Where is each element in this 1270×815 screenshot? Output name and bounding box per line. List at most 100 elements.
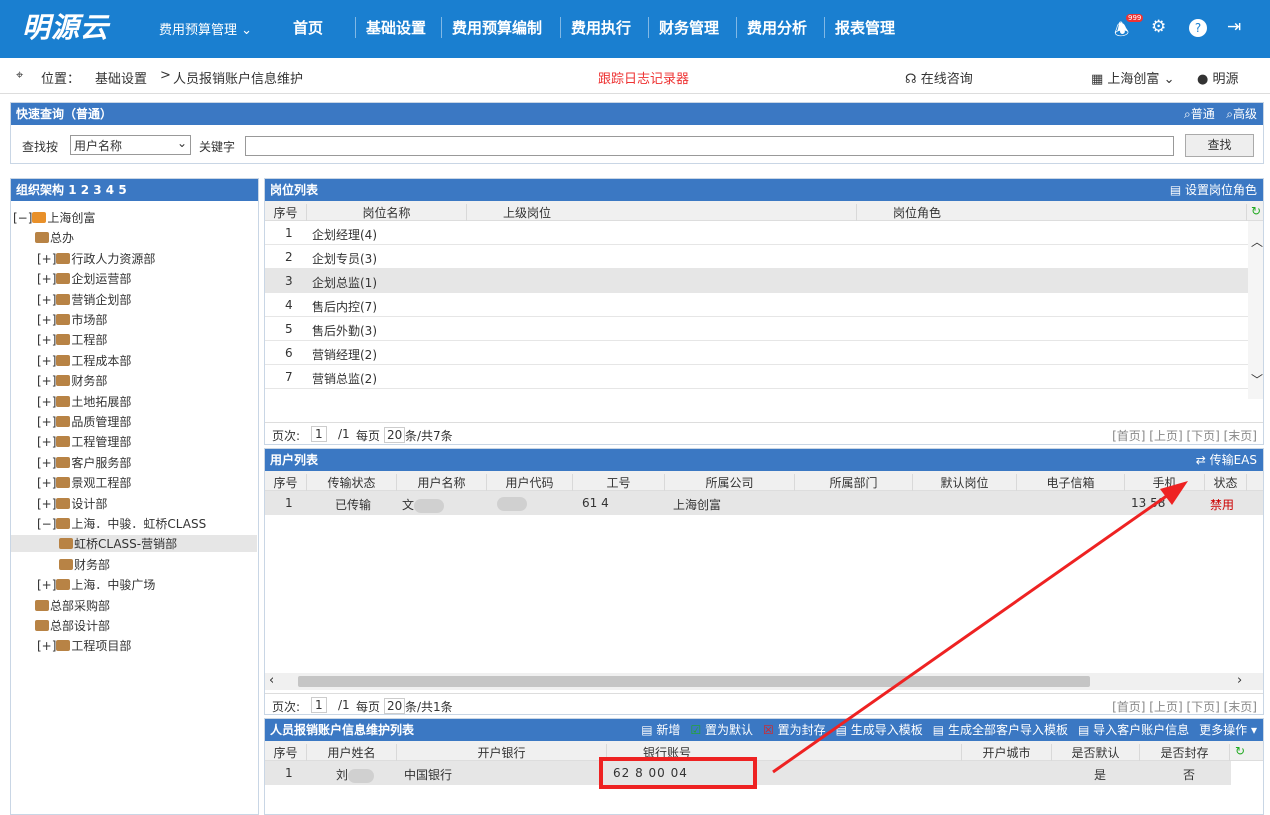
breadcrumb-basic-settings[interactable]: 基础设置: [95, 68, 147, 87]
log-tracker-link[interactable]: 跟踪日志记录器: [598, 68, 689, 87]
account-action-button[interactable]: ☑ 置为默认: [690, 723, 753, 737]
tree-node[interactable]: [−] 上海创富: [13, 209, 95, 226]
refresh-icon[interactable]: ↻: [1232, 744, 1248, 758]
company-switcher[interactable]: ▦ 上海创富 ⌄: [1091, 68, 1174, 87]
tree-node-label: 设计部: [71, 496, 108, 511]
tree-toggle[interactable]: [+]: [37, 435, 56, 449]
account-action-button[interactable]: ▤ 新增: [641, 723, 680, 737]
tree-node[interactable]: 虹桥CLASS-营销部: [11, 535, 257, 553]
nav-budget-compile[interactable]: 费用预算编制: [441, 17, 552, 38]
tree-node[interactable]: 财务部: [59, 556, 110, 573]
tree-toggle[interactable]: [+]: [37, 456, 56, 470]
nav-finance[interactable]: 财务管理: [648, 17, 729, 38]
chevron-up-icon[interactable]: ︿: [1251, 233, 1263, 250]
tree-toggle[interactable]: [+]: [37, 476, 56, 490]
tree-node[interactable]: [−] 上海．中骏．虹桥CLASS: [37, 515, 206, 532]
tree-toggle[interactable]: [+]: [37, 415, 56, 429]
tree-node[interactable]: [+] 财务部: [37, 372, 107, 389]
consult-link[interactable]: ☊ 在线咨询: [905, 68, 973, 87]
set-position-role-button[interactable]: ▤ 设置岗位角色: [1170, 179, 1257, 201]
tree-toggle[interactable]: [+]: [37, 252, 56, 266]
page-input[interactable]: 1: [311, 697, 327, 713]
account-action-button[interactable]: 更多操作 ▾: [1199, 723, 1257, 737]
chevron-down-icon: ⌄: [241, 23, 253, 38]
table-row[interactable]: 5 售后外勤(3): [265, 317, 1248, 341]
tree-toggle[interactable]: [+]: [37, 293, 56, 307]
table-row[interactable]: 6 营销经理(2): [265, 341, 1248, 365]
pager-links[interactable]: [首页] [上页] [下页] [末页]: [1112, 698, 1257, 714]
keyword-input[interactable]: [245, 136, 1174, 156]
tree-node[interactable]: [+] 客户服务部: [37, 454, 131, 471]
account-action-button[interactable]: ▤ 导入客户账户信息: [1078, 723, 1189, 737]
tree-toggle[interactable]: [+]: [37, 354, 56, 368]
user-menu[interactable]: ● 明源: [1197, 68, 1239, 87]
table-row[interactable]: 3 企划总监(1): [265, 269, 1248, 293]
help-icon[interactable]: ?: [1189, 19, 1207, 37]
module-menu[interactable]: 费用预算管理 ⌄: [159, 19, 252, 38]
per-page-input[interactable]: 20: [384, 427, 406, 443]
tree-toggle[interactable]: [−]: [37, 517, 56, 531]
tree-node[interactable]: [+] 土地拓展部: [37, 393, 131, 410]
nav-analysis[interactable]: 费用分析: [736, 17, 817, 38]
table-row[interactable]: 1 已传输 文 61 4 上海创富 13 58 禁用: [265, 491, 1263, 515]
tree-toggle[interactable]: [+]: [37, 578, 56, 592]
table-row[interactable]: 1 企划经理(4): [265, 221, 1248, 245]
account-action-button[interactable]: ▤ 生成全部客户导入模板: [933, 723, 1068, 737]
tree-node[interactable]: [+] 工程部: [37, 331, 107, 348]
tree-toggle[interactable]: [−]: [13, 211, 32, 225]
account-action-button[interactable]: ▤ 生成导入模板: [836, 723, 923, 737]
tree-toggle[interactable]: [+]: [37, 639, 56, 653]
nav-reports[interactable]: 报表管理: [824, 17, 905, 38]
transfer-eas-button[interactable]: ⇄ 传输EAS: [1196, 449, 1257, 471]
chevron-right-icon[interactable]: ›: [1237, 673, 1242, 688]
tree-toggle[interactable]: [+]: [37, 313, 56, 327]
normal-search-link[interactable]: ⌕普通: [1184, 107, 1215, 121]
tree-node[interactable]: 总部采购部: [35, 597, 110, 614]
tree-node[interactable]: [+] 上海．中骏广场: [37, 576, 155, 593]
tree-node[interactable]: [+] 设计部: [37, 495, 107, 512]
page-input[interactable]: 1: [311, 426, 327, 442]
tree-node[interactable]: [+] 工程成本部: [37, 352, 131, 369]
tree-node[interactable]: 总办: [35, 229, 74, 246]
tree-toggle[interactable]: [+]: [37, 272, 56, 286]
table-row[interactable]: 4 售后内控(7): [265, 293, 1248, 317]
tree-node[interactable]: [+] 景观工程部: [37, 474, 131, 491]
tree-node[interactable]: [+] 营销企划部: [37, 291, 131, 308]
nav-execution[interactable]: 费用执行: [560, 17, 641, 38]
pager-links[interactable]: [首页] [上页] [下页] [末页]: [1112, 427, 1257, 444]
folder-icon: [56, 416, 71, 427]
gear-icon[interactable]: ⚙: [1151, 17, 1166, 37]
chevron-down-icon[interactable]: ﹀: [1251, 371, 1263, 388]
tree-toggle[interactable]: [+]: [37, 497, 56, 511]
chevron-left-icon[interactable]: ‹: [269, 673, 274, 688]
nav-basic-settings[interactable]: 基础设置: [355, 17, 436, 38]
tree-node[interactable]: [+] 工程项目部: [37, 637, 131, 654]
horizontal-scrollbar[interactable]: ‹ ›: [265, 673, 1263, 690]
advanced-search-link[interactable]: ⌕高级: [1226, 107, 1257, 121]
org-level-links[interactable]: 1 2 3 4 5: [68, 183, 126, 197]
nav-home[interactable]: 首页: [283, 17, 333, 38]
tree-node[interactable]: 总部设计部: [35, 617, 110, 634]
refresh-icon[interactable]: ↻: [1248, 204, 1263, 218]
per-page-input[interactable]: 20: [384, 698, 406, 714]
action-icon: ▤: [641, 723, 657, 737]
tree-node[interactable]: [+] 工程管理部: [37, 433, 131, 450]
redacted: [348, 768, 375, 783]
account-action-button[interactable]: ☒ 置为封存: [763, 723, 826, 737]
tree-toggle[interactable]: [+]: [37, 374, 56, 388]
search-field-select[interactable]: 用户名称 ⌄: [70, 135, 191, 155]
table-row[interactable]: 2 企划专员(3): [265, 245, 1248, 269]
tree-node[interactable]: [+] 市场部: [37, 311, 107, 328]
vertical-scrollbar[interactable]: ︿ ﹀: [1248, 221, 1263, 399]
tree-node[interactable]: [+] 行政人力资源部: [37, 250, 155, 267]
tree-node[interactable]: [+] 品质管理部: [37, 413, 131, 430]
search-button[interactable]: 查找: [1185, 134, 1254, 157]
column-header: 所属部门: [795, 474, 913, 491]
scrollbar-thumb[interactable]: [298, 676, 1090, 687]
logout-icon[interactable]: ⇥: [1227, 17, 1241, 37]
table-row[interactable]: 7 营销总监(2): [265, 365, 1248, 389]
tree-toggle[interactable]: [+]: [37, 395, 56, 409]
tree-node[interactable]: [+] 企划运营部: [37, 270, 131, 287]
position-list-title: 岗位列表: [270, 183, 319, 197]
tree-toggle[interactable]: [+]: [37, 333, 56, 347]
